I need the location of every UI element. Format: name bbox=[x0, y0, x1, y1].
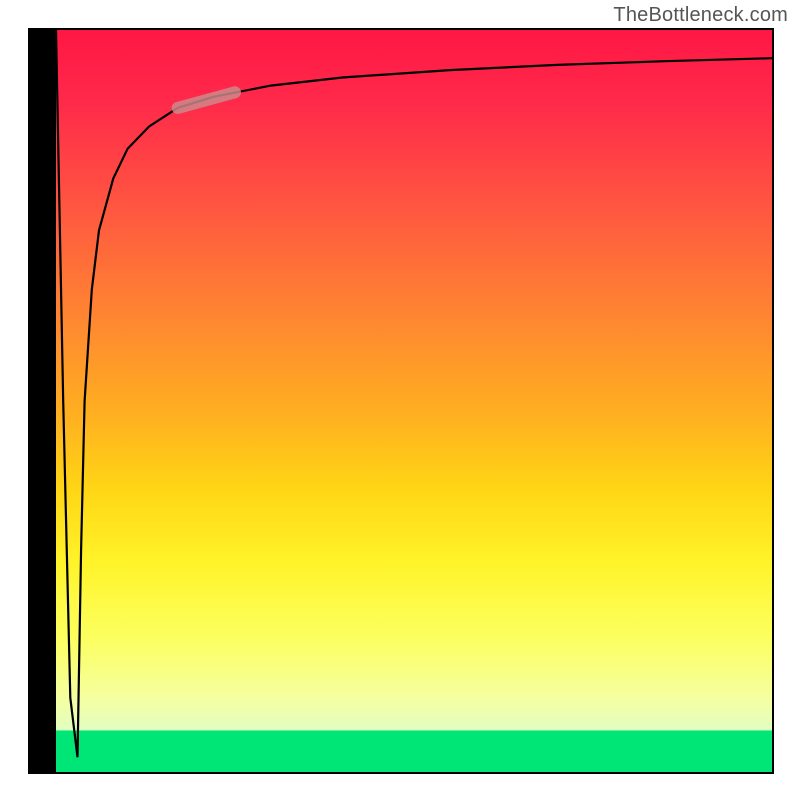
curve-path bbox=[56, 30, 772, 757]
highlight-segment bbox=[178, 92, 235, 108]
chart-svg bbox=[56, 30, 772, 772]
attribution-text: TheBottleneck.com bbox=[613, 4, 788, 27]
chart-frame bbox=[28, 28, 774, 774]
chart-gradient-area bbox=[56, 30, 772, 772]
